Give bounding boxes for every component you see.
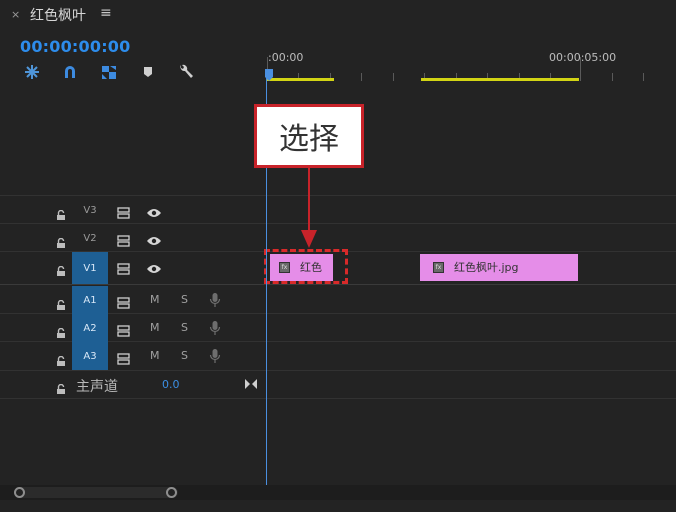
go-to-end-icon[interactable]: [244, 375, 258, 389]
solo-button[interactable]: S: [181, 349, 188, 362]
track-header-a2[interactable]: A2 M S: [0, 314, 265, 342]
ruler-tick: [643, 73, 644, 81]
ruler-tick: [612, 73, 613, 81]
panel-menu-icon[interactable]: ≡: [100, 5, 112, 21]
eye-icon[interactable]: [146, 232, 162, 245]
track-target-v3[interactable]: V3: [72, 196, 108, 224]
lock-icon[interactable]: [56, 351, 66, 366]
linked-selection-icon[interactable]: [100, 63, 118, 81]
mute-button[interactable]: M: [150, 293, 160, 306]
playhead-handle[interactable]: [265, 66, 273, 81]
track-divider: [0, 398, 676, 399]
lock-icon[interactable]: [56, 323, 66, 338]
mute-button[interactable]: M: [150, 349, 160, 362]
track-target-v1[interactable]: V1: [72, 252, 108, 284]
lock-icon[interactable]: [56, 233, 66, 248]
sync-lock-icon[interactable]: [117, 350, 131, 365]
microphone-icon[interactable]: [209, 320, 221, 336]
selection-highlight: [264, 249, 348, 284]
sync-lock-icon[interactable]: [117, 204, 131, 219]
ruler-start-label: :00:00: [268, 51, 304, 64]
solo-button[interactable]: S: [181, 321, 188, 334]
horizontal-scrollbar[interactable]: [0, 485, 676, 500]
track-header-a1[interactable]: A1 M S: [0, 286, 265, 314]
lock-icon[interactable]: [56, 205, 66, 220]
clip-red-maple-jpg[interactable]: fx 红色枫叶.jpg: [420, 254, 578, 281]
work-area-bar[interactable]: [421, 78, 579, 81]
scroll-handle-right[interactable]: [166, 487, 177, 498]
microphone-icon[interactable]: [209, 292, 221, 308]
wrench-settings-icon[interactable]: [177, 63, 195, 81]
sync-lock-icon[interactable]: [117, 322, 131, 337]
annotation-callout: 选择: [254, 104, 364, 168]
clip-label: 红色枫叶.jpg: [454, 261, 519, 274]
scroll-thumb[interactable]: [14, 487, 178, 498]
track-header-v2[interactable]: V2: [0, 224, 265, 252]
eye-icon[interactable]: [146, 204, 162, 217]
sync-lock-icon[interactable]: [117, 232, 131, 247]
master-volume-value[interactable]: 0.0: [162, 378, 180, 391]
track-target-v2[interactable]: V2: [72, 224, 108, 252]
ruler-tick: [361, 73, 362, 81]
lock-icon[interactable]: [56, 261, 66, 276]
time-ruler[interactable]: :00:00 00:00:05:00: [265, 45, 676, 85]
track-target-a1[interactable]: A1: [72, 286, 108, 314]
panel-tab-header: × 红色枫叶 ≡: [0, 0, 676, 30]
track-target-a2[interactable]: A2: [72, 314, 108, 342]
lock-icon[interactable]: [56, 379, 66, 394]
panel-title[interactable]: 红色枫叶: [30, 5, 86, 25]
scroll-handle-left[interactable]: [14, 487, 25, 498]
track-divider: [0, 284, 676, 285]
eye-icon[interactable]: [146, 260, 162, 273]
close-panel-button[interactable]: ×: [11, 8, 20, 21]
solo-button[interactable]: S: [181, 293, 188, 306]
mute-button[interactable]: M: [150, 321, 160, 334]
add-marker-icon[interactable]: [139, 63, 157, 81]
track-target-a3[interactable]: A3: [72, 342, 108, 370]
track-header-a3[interactable]: A3 M S: [0, 342, 265, 370]
ruler-mark-label: 00:00:05:00: [549, 51, 617, 64]
work-area-bar[interactable]: [267, 78, 334, 81]
ruler-tick: [393, 73, 394, 81]
track-header-v1[interactable]: V1: [0, 252, 265, 284]
timecode-display[interactable]: 00:00:00:00: [20, 37, 130, 56]
track-header-v3[interactable]: V3: [0, 196, 265, 224]
microphone-icon[interactable]: [209, 348, 221, 364]
ruler-tick: [580, 57, 581, 81]
insert-sequence-icon[interactable]: [23, 63, 41, 81]
master-track-label: 主声道: [76, 379, 118, 395]
sync-lock-icon[interactable]: [117, 294, 131, 309]
sync-lock-icon[interactable]: [117, 260, 131, 275]
snap-magnet-icon[interactable]: [61, 63, 79, 81]
track-divider: [0, 370, 676, 371]
lock-icon[interactable]: [56, 295, 66, 310]
fx-badge: fx: [433, 262, 444, 273]
